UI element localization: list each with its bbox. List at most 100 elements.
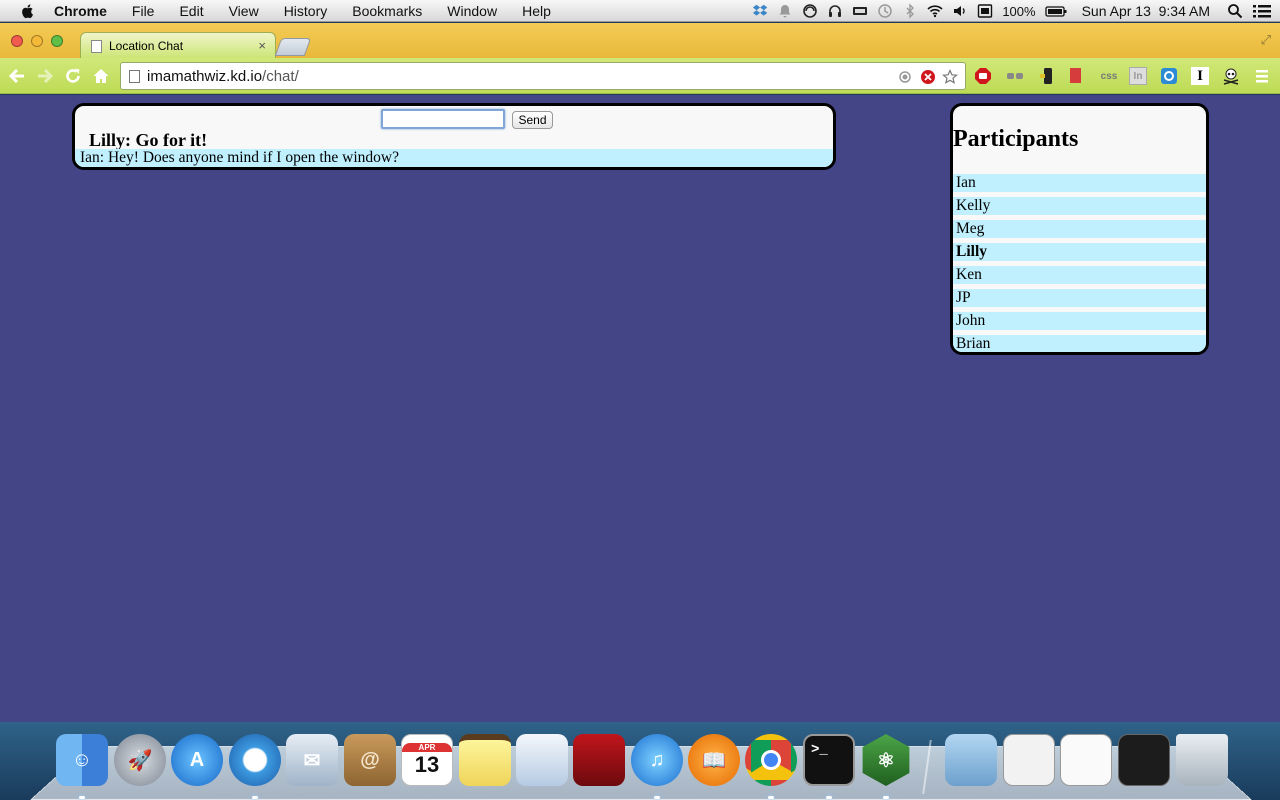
notes-icon[interactable] [459, 734, 511, 786]
linkedin-extension-icon[interactable]: In [1129, 67, 1147, 85]
menu-window[interactable]: Window [447, 3, 497, 19]
trash-icon[interactable] [1176, 734, 1228, 786]
address-bar[interactable]: imamathwiz.kd.io/chat/ [120, 62, 966, 90]
new-tab-button[interactable] [274, 38, 312, 56]
status-area: 100% Sun Apr 13 9:34 AM [752, 0, 1272, 22]
tab-strip: Location Chat × ⤢ [0, 23, 1280, 59]
folder-icon[interactable] [945, 734, 997, 786]
menu-history[interactable]: History [284, 3, 328, 19]
latest-status: Lilly: Go for it! [89, 130, 208, 150]
chat-message: Ian: Hey! Does anyone mind if I open the… [75, 149, 833, 167]
terminal-icon[interactable]: >_ [803, 734, 855, 786]
time-machine-icon[interactable] [877, 3, 893, 19]
launchpad-icon[interactable]: 🚀 [114, 734, 166, 786]
phone-extension-icon[interactable] [1038, 67, 1056, 85]
dock-separator [922, 740, 932, 794]
input-source-icon[interactable] [977, 3, 993, 19]
calendar-month: APR [402, 742, 452, 752]
back-arrow-icon[interactable] [7, 66, 27, 86]
notification-center-icon[interactable] [1252, 3, 1272, 19]
bluetooth-icon[interactable] [902, 3, 918, 19]
page-viewport: Send Lilly: Go for it! Ian: Hey! Does an… [0, 95, 1280, 722]
mail-icon[interactable]: ✉ [286, 734, 338, 786]
tab-title: Location Chat [109, 39, 184, 53]
stop-sign-extension-icon[interactable] [974, 67, 992, 85]
do-not-disturb-icon[interactable] [802, 3, 818, 19]
chrome-icon[interactable] [745, 734, 797, 786]
spotlight-search-icon[interactable] [1227, 3, 1243, 19]
location-target-icon[interactable] [897, 69, 913, 85]
instapaper-extension-icon[interactable]: I [1191, 67, 1209, 85]
css-extension-icon[interactable]: css [1097, 67, 1121, 85]
running-indicator [883, 796, 889, 799]
finder-icon[interactable]: ☺ [56, 734, 108, 786]
forward-arrow-icon[interactable] [35, 66, 55, 86]
red-book-extension-icon[interactable] [1067, 67, 1085, 85]
battery-percentage: 100% [1002, 3, 1036, 19]
participants-list: Ian Kelly Meg Lilly Ken JP John Brian [953, 174, 1206, 352]
blocked-content-icon[interactable] [920, 69, 936, 85]
running-indicator [768, 796, 774, 799]
itunes-icon[interactable]: ♫ [631, 734, 683, 786]
participant-item: JP [953, 289, 1206, 307]
message-input[interactable] [381, 109, 505, 129]
battery-icon[interactable] [1044, 3, 1067, 19]
preview-icon[interactable] [516, 734, 568, 786]
contacts-icon[interactable]: @ [344, 734, 396, 786]
clock[interactable]: Sun Apr 13 9:34 AM [1082, 3, 1210, 19]
circle-extension-icon[interactable] [1160, 67, 1178, 85]
participant-item: Ken [953, 266, 1206, 284]
menu-view[interactable]: View [229, 3, 259, 19]
safari-icon[interactable] [229, 734, 281, 786]
calendar-icon[interactable]: APR 13 [401, 734, 453, 786]
window-close-button[interactable] [11, 35, 23, 47]
dock: ☺ 🚀 A ✉ @ APR 13 ♫ 📖 >_ ⚛ [0, 730, 1280, 800]
send-button[interactable]: Send [512, 111, 553, 129]
volume-icon[interactable] [952, 3, 968, 19]
tab-close-icon[interactable]: × [258, 38, 266, 53]
menu-file[interactable]: File [132, 3, 155, 19]
participant-item: Meg [953, 220, 1206, 238]
wifi-icon[interactable] [927, 3, 943, 19]
participant-item: Ian [953, 174, 1206, 192]
participants-heading: Participants [953, 126, 1079, 152]
chat-panel: Send Lilly: Go for it! Ian: Hey! Does an… [72, 103, 836, 170]
menu-help[interactable]: Help [522, 3, 551, 19]
page-favicon-icon [91, 39, 102, 53]
participant-item: Kelly [953, 197, 1206, 215]
reload-icon[interactable] [63, 66, 83, 86]
chrome-window-icon[interactable] [1003, 734, 1055, 786]
app-store-icon[interactable]: A [171, 734, 223, 786]
home-icon[interactable] [91, 66, 111, 86]
menu-bookmarks[interactable]: Bookmarks [352, 3, 422, 19]
window-minimize-button[interactable] [31, 35, 43, 47]
photo-booth-icon[interactable] [573, 734, 625, 786]
ibooks-icon[interactable]: 📖 [688, 734, 740, 786]
menu-bar: Chrome File Edit View History Bookmarks … [0, 0, 1280, 22]
tab-location-chat[interactable]: Location Chat × [80, 32, 276, 59]
participants-panel: Participants Ian Kelly Meg Lilly Ken JP … [950, 103, 1209, 355]
bookmark-star-icon[interactable] [942, 69, 958, 85]
chrome-menu-icon[interactable] [1253, 67, 1271, 85]
browser-toolbar: imamathwiz.kd.io/chat/ css In I [0, 58, 1280, 94]
memory-chip-icon[interactable] [852, 3, 868, 19]
notification-bell-icon[interactable] [777, 3, 793, 19]
skull-extension-icon[interactable] [1222, 67, 1240, 85]
headphones-icon[interactable] [827, 3, 843, 19]
fullscreen-icon[interactable]: ⤢ [1261, 32, 1271, 48]
running-indicator [252, 796, 258, 799]
incognito-extension-icon[interactable] [1006, 67, 1024, 85]
finder-window-icon[interactable] [1060, 734, 1112, 786]
running-indicator [654, 796, 660, 799]
running-indicator [79, 796, 85, 799]
window-zoom-button[interactable] [51, 35, 63, 47]
running-indicator [826, 796, 832, 799]
participant-item: Brian [953, 335, 1206, 352]
dropbox-icon[interactable] [752, 3, 768, 19]
apple-logo-icon[interactable] [20, 3, 36, 19]
page-info-icon[interactable] [129, 70, 140, 83]
chrome-window-icon-2[interactable] [1118, 734, 1170, 786]
menu-chrome[interactable]: Chrome [54, 3, 107, 19]
menu-edit[interactable]: Edit [179, 3, 203, 19]
atom-icon[interactable]: ⚛ [862, 734, 910, 786]
